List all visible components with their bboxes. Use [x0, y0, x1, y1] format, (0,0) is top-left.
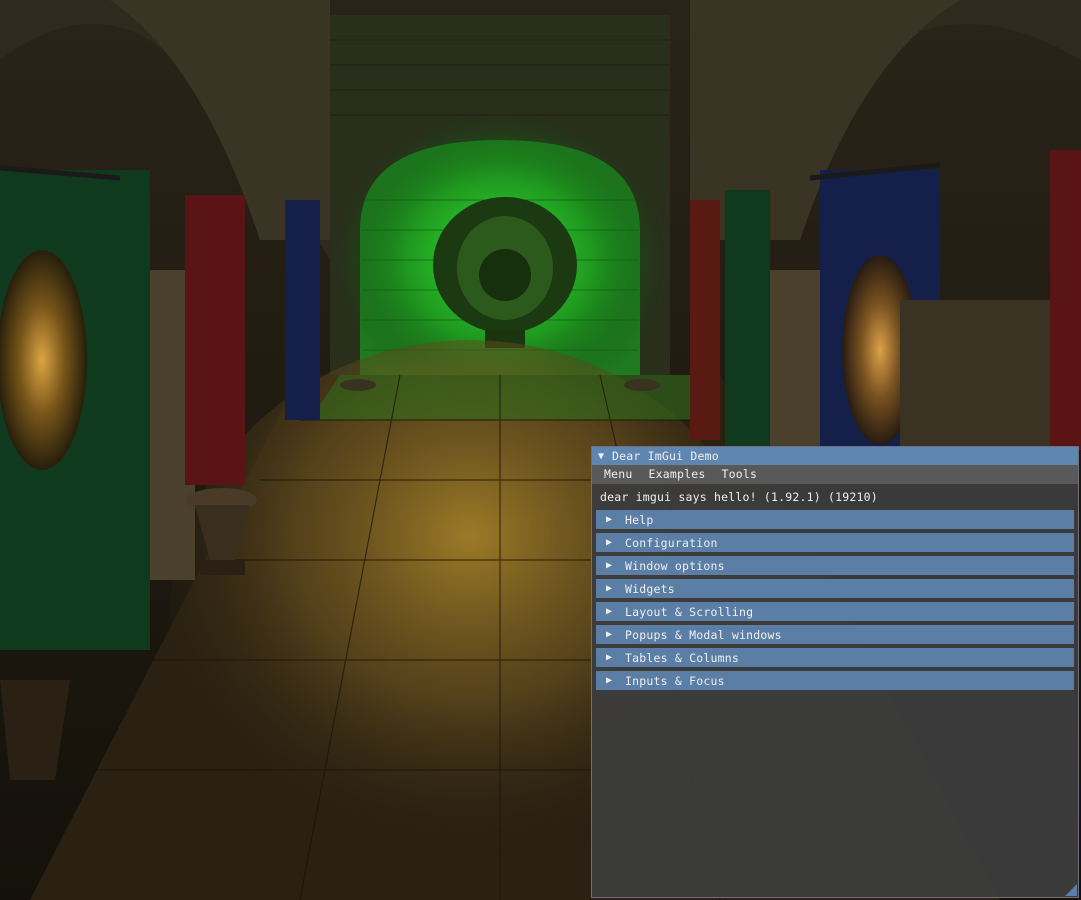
triangle-right-icon: ▶	[606, 629, 613, 640]
section-tables-columns[interactable]: ▶ Tables & Columns	[596, 648, 1074, 667]
menu-menu[interactable]: Menu	[596, 465, 641, 484]
section-window-options[interactable]: ▶ Window options	[596, 556, 1074, 575]
triangle-right-icon: ▶	[606, 537, 613, 548]
triangle-right-icon: ▶	[606, 583, 613, 594]
menu-tools[interactable]: Tools	[714, 465, 766, 484]
section-layout-scrolling[interactable]: ▶ Layout & Scrolling	[596, 602, 1074, 621]
imgui-demo-window[interactable]: ▼ Dear ImGui Demo Menu Examples Tools de…	[591, 446, 1079, 898]
section-label: Configuration	[625, 535, 718, 550]
section-configuration[interactable]: ▶ Configuration	[596, 533, 1074, 552]
triangle-right-icon: ▶	[606, 652, 613, 663]
triangle-down-icon[interactable]: ▼	[598, 451, 612, 462]
section-popups-modal-windows[interactable]: ▶ Popups & Modal windows	[596, 625, 1074, 644]
triangle-right-icon: ▶	[606, 675, 613, 686]
menu-examples[interactable]: Examples	[641, 465, 714, 484]
section-label: Window options	[625, 558, 725, 573]
triangle-right-icon: ▶	[606, 606, 613, 617]
section-inputs-focus[interactable]: ▶ Inputs & Focus	[596, 671, 1074, 690]
section-help[interactable]: ▶ Help	[596, 510, 1074, 529]
resize-grip[interactable]	[1065, 884, 1077, 896]
section-label: Popups & Modal windows	[625, 627, 782, 642]
window-titlebar[interactable]: ▼ Dear ImGui Demo	[592, 447, 1078, 465]
section-list: ▶ Help ▶ Configuration ▶ Window options …	[592, 506, 1078, 690]
section-label: Tables & Columns	[625, 650, 739, 665]
section-widgets[interactable]: ▶ Widgets	[596, 579, 1074, 598]
section-label: Inputs & Focus	[625, 673, 725, 688]
greeting-text: dear imgui says hello! (1.92.1) (19210)	[600, 490, 878, 504]
window-title: Dear ImGui Demo	[612, 449, 719, 463]
section-label: Widgets	[625, 581, 675, 596]
section-label: Help	[625, 512, 654, 527]
section-label: Layout & Scrolling	[625, 604, 754, 619]
triangle-right-icon: ▶	[606, 560, 613, 571]
menu-bar: Menu Examples Tools	[592, 465, 1078, 484]
triangle-right-icon: ▶	[606, 514, 613, 525]
